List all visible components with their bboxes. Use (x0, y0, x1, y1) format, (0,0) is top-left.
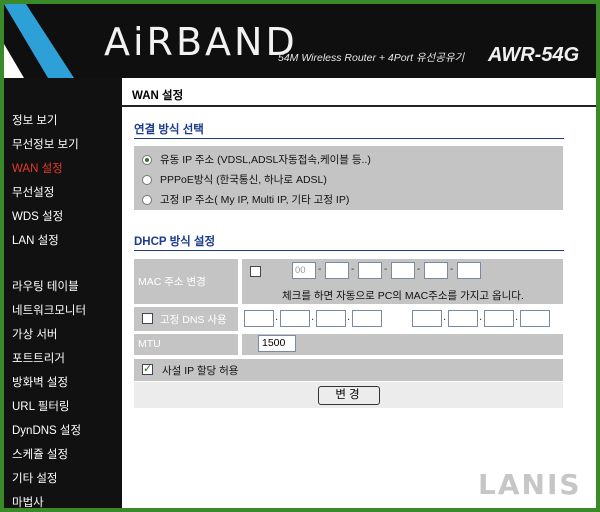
brand-stripe-icon (4, 4, 74, 78)
product-subtitle: 54M Wireless Router + 4Port 유선공유기 (278, 52, 465, 64)
dns2-octet-2[interactable] (448, 310, 478, 327)
sidebar-item-wireless-info[interactable]: 무선정보 보기 (12, 136, 79, 152)
dhcp-section-title: DHCP 방식 설정 (134, 236, 216, 248)
private-ip-checkbox[interactable] (142, 362, 153, 375)
dns1-octet-4[interactable] (352, 310, 382, 327)
mac-field-2[interactable] (325, 262, 349, 279)
dns2-octet-4[interactable] (520, 310, 550, 327)
page-title: WAN 설정 (132, 90, 184, 102)
mac-row: MAC 주소 변경 00 - - - - - 체크를 하면 자동으로 PC의 M… (134, 259, 563, 304)
dhcp-section-divider (134, 250, 564, 251)
dns1-octet-3[interactable] (316, 310, 346, 327)
sidebar-item-virtual-server[interactable]: 가상 서버 (12, 326, 58, 342)
header-banner: AiRBAND 54M Wireless Router + 4Port 유선공유… (4, 4, 596, 78)
mac-label: MAC 주소 변경 (138, 276, 206, 288)
mac-field-5[interactable] (424, 262, 448, 279)
sidebar-item-dyndns[interactable]: DynDNS 설정 (12, 422, 81, 438)
mtu-label: MTU (138, 338, 161, 350)
mtu-input[interactable]: 1500 (258, 335, 296, 352)
sidebar-item-routing-table[interactable]: 라우팅 테이블 (12, 278, 79, 294)
radio-static-ip[interactable] (142, 194, 152, 205)
dns1-octet-2[interactable] (280, 310, 310, 327)
sidebar-item-misc[interactable]: 기타 설정 (12, 470, 58, 486)
dns2-octet-3[interactable] (484, 310, 514, 327)
connection-section-divider (134, 138, 564, 139)
option-pppoe[interactable]: PPPoE방식 (한국통신, 하나로 ADSL) (142, 172, 327, 187)
mtu-row: MTU 1500 (134, 334, 563, 355)
mac-change-checkbox[interactable] (250, 266, 261, 277)
title-divider (122, 105, 596, 107)
option-dynamic-ip-label: 유동 IP 주소 (VDSL,ADSL자동접속,케이블 등..) (160, 154, 371, 166)
sidebar-item-wan[interactable]: WAN 설정 (12, 160, 63, 176)
mac-field-6[interactable] (457, 262, 481, 279)
private-ip-row: 사설 IP 할당 허용 (134, 359, 563, 381)
option-pppoe-label: PPPoE방식 (한국통신, 하나로 ADSL) (160, 174, 327, 186)
option-static-ip-label: 고정 IP 주소( My IP, Multi IP, 기타 고정 IP) (160, 194, 350, 206)
sidebar-nav: 정보 보기 무선정보 보기 WAN 설정 무선설정 WDS 설정 LAN 설정 … (4, 78, 122, 508)
sidebar-item-url-filter[interactable]: URL 필터링 (12, 398, 70, 414)
private-ip-label: 사설 IP 할당 허용 (162, 365, 239, 377)
dns2-octet-1[interactable] (412, 310, 442, 327)
sidebar-item-schedule[interactable]: 스케쥴 설정 (12, 446, 68, 462)
router-admin-window: AiRBAND 54M Wireless Router + 4Port 유선공유… (4, 4, 596, 508)
sidebar-item-wizard[interactable]: 마법사 (12, 494, 44, 508)
mac-help-text: 체크를 하면 자동으로 PC의 MAC주소를 가지고 옵니다. (282, 290, 524, 302)
connection-section-title: 연결 방식 선택 (134, 124, 204, 136)
sidebar-item-firewall[interactable]: 방화벽 설정 (12, 374, 68, 390)
sidebar-item-network-monitor[interactable]: 네트워크모니터 (12, 302, 86, 318)
sidebar-item-wds[interactable]: WDS 설정 (12, 208, 63, 224)
sidebar-item-lan[interactable]: LAN 설정 (12, 232, 59, 248)
option-dynamic-ip[interactable]: 유동 IP 주소 (VDSL,ADSL자동접속,케이블 등..) (142, 152, 371, 167)
dns1-octet-1[interactable] (244, 310, 274, 327)
mac-field-3[interactable] (358, 262, 382, 279)
model-name: AWR-54G (488, 44, 580, 66)
radio-dynamic-ip[interactable] (142, 154, 152, 165)
sidebar-item-wireless-settings[interactable]: 무선설정 (12, 184, 54, 200)
brand-logo: AiRBAND (104, 20, 298, 64)
dns-row: 고정 DNS 사용 . . . . . . (134, 307, 563, 331)
apply-button[interactable]: 변경 (318, 386, 380, 405)
main-panel: WAN 설정 연결 방식 선택 유동 IP 주소 (VDSL,ADSL자동접속,… (122, 78, 596, 508)
static-dns-checkbox[interactable] (142, 313, 153, 324)
mac-field-1[interactable]: 00 (292, 262, 316, 279)
option-static-ip[interactable]: 고정 IP 주소( My IP, Multi IP, 기타 고정 IP) (142, 192, 349, 207)
mac-field-4[interactable] (391, 262, 415, 279)
lanis-watermark: LANIS (478, 468, 582, 501)
sidebar-item-info[interactable]: 정보 보기 (12, 112, 58, 128)
static-dns-label: 고정 DNS 사용 (160, 314, 227, 326)
sidebar-item-port-trigger[interactable]: 포트트리거 (12, 350, 65, 366)
radio-pppoe[interactable] (142, 174, 152, 185)
connection-options-box: 유동 IP 주소 (VDSL,ADSL자동접속,케이블 등..) PPPoE방식… (134, 146, 563, 210)
